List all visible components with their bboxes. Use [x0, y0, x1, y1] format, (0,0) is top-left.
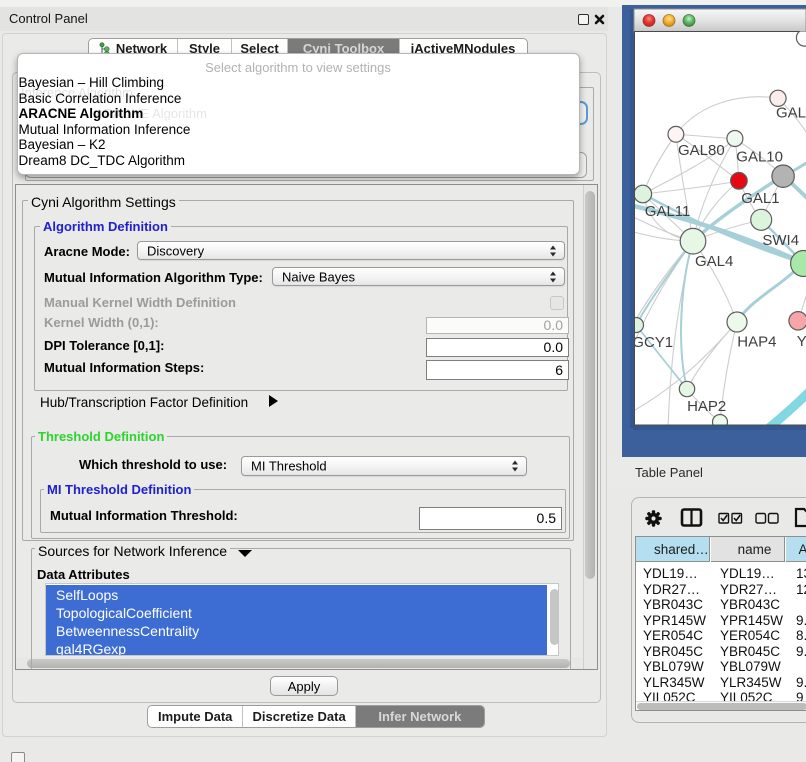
svg-text:HAP2: HAP2 [687, 398, 726, 415]
svg-text:GAL80: GAL80 [678, 142, 725, 159]
svg-text:GAL11: GAL11 [645, 203, 691, 220]
svg-text:YJ: YJ [797, 333, 806, 350]
svg-text:HAP4: HAP4 [737, 334, 776, 351]
svg-text:SWI4: SWI4 [762, 232, 799, 249]
svg-text:GAL10: GAL10 [736, 149, 783, 166]
svg-text:GCY1: GCY1 [632, 334, 673, 351]
svg-text:GAL1: GAL1 [741, 190, 779, 207]
svg-text:GAL4: GAL4 [695, 253, 733, 270]
svg-text:GAL7: GAL7 [776, 105, 806, 122]
